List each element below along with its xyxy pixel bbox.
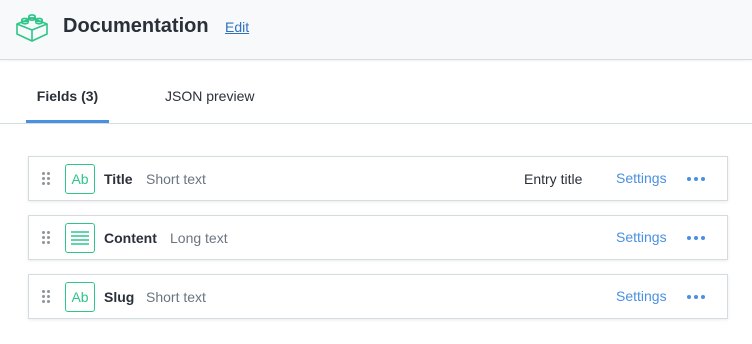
content-type-icon (16, 14, 48, 42)
settings-link[interactable]: Settings (616, 229, 667, 245)
more-options-icon[interactable] (687, 236, 705, 241)
drag-handle-icon[interactable] (42, 290, 50, 304)
short-text-icon: Ab (65, 282, 95, 312)
more-options-icon[interactable] (687, 177, 705, 182)
edit-link[interactable]: Edit (225, 19, 249, 35)
field-type: Short text (146, 171, 206, 187)
page-header: Documentation Edit (0, 0, 752, 60)
field-type: Long text (170, 230, 228, 246)
entry-title-badge: Entry title (524, 171, 583, 187)
long-text-icon (65, 223, 95, 253)
drag-handle-icon[interactable] (42, 231, 50, 245)
field-name: Slug (104, 289, 135, 305)
field-row-title[interactable]: Ab Title Short text Entry title Settings (28, 156, 728, 201)
tab-bar: Fields (3) JSON preview (0, 60, 752, 124)
field-type: Short text (146, 289, 206, 305)
field-name: Content (104, 230, 157, 246)
tab-fields[interactable]: Fields (3) (26, 88, 109, 104)
drag-handle-icon[interactable] (42, 172, 50, 186)
active-tab-indicator (26, 120, 109, 123)
field-row-slug[interactable]: Ab Slug Short text Settings (28, 274, 728, 319)
short-text-icon: Ab (65, 164, 95, 194)
tab-json-preview[interactable]: JSON preview (165, 88, 254, 104)
settings-link[interactable]: Settings (616, 288, 667, 304)
more-options-icon[interactable] (687, 295, 705, 300)
field-row-content[interactable]: Content Long text Settings (28, 215, 728, 260)
field-name: Title (104, 171, 133, 187)
page-title: Documentation (63, 15, 209, 37)
settings-link[interactable]: Settings (616, 170, 667, 186)
